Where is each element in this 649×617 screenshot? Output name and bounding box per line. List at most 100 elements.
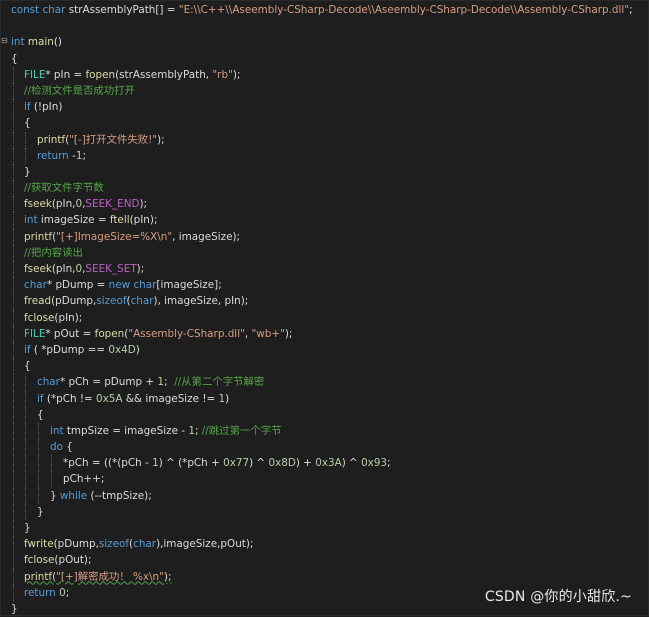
code-token: *pCh = ((*(pCh - xyxy=(63,457,153,470)
code-text: } xyxy=(24,520,31,536)
code-text: FILE* pIn = fopen(strAssemblyPath, "rb")… xyxy=(24,67,240,83)
code-token: printf xyxy=(24,570,53,583)
code-token: ) ^ xyxy=(341,457,362,470)
code-line[interactable]: printf("[-]打开文件失败!"); xyxy=(1,131,649,148)
code-line[interactable]: { xyxy=(1,406,649,423)
code-line[interactable]: { xyxy=(1,51,649,67)
code-token: int xyxy=(11,36,28,49)
code-text: char* pDump = new char[imageSize]; xyxy=(24,277,222,293)
code-line[interactable]: char* pCh = pDump + 1; //从第二个字节解密 xyxy=(1,374,649,391)
code-line[interactable]: } while (--tmpSize); xyxy=(1,487,649,504)
code-token: } xyxy=(24,522,31,534)
indent-guide xyxy=(13,390,15,407)
code-line[interactable]: if ( *pDump == 0x4D) xyxy=(1,341,649,359)
code-text: if ( *pDump == 0x4D) xyxy=(24,342,140,358)
code-line[interactable]: fseek(pIn,0,SEEK_END); xyxy=(1,196,649,213)
indent-guide xyxy=(25,487,27,504)
code-token: char xyxy=(37,376,60,389)
indent-guide xyxy=(13,374,15,391)
indent-guide xyxy=(13,406,15,423)
code-line[interactable] xyxy=(1,18,649,34)
code-line[interactable]: pCh++; xyxy=(1,471,649,488)
code-token: ftell xyxy=(109,214,130,227)
code-line[interactable]: printf("[+]解密成功！ %x\n"); xyxy=(1,568,649,585)
code-token: strAssemblyPath[] = xyxy=(68,4,179,16)
indent-guide xyxy=(25,422,27,440)
code-text: printf("[+]解密成功！ %x\n"); xyxy=(24,569,171,585)
code-text: fseek(pIn,0,SEEK_END); xyxy=(24,196,147,212)
code-token: ; xyxy=(387,457,391,470)
indent-guide xyxy=(25,131,27,148)
indent-guide xyxy=(38,471,40,488)
code-line[interactable]: int imageSize = ftell(pIn); xyxy=(1,212,649,229)
indent-guide xyxy=(13,520,15,537)
code-token: { xyxy=(66,441,73,454)
indent-guide xyxy=(38,439,40,456)
indent-guide xyxy=(13,163,15,181)
indent-guide xyxy=(13,471,15,488)
code-token: int xyxy=(24,214,41,227)
code-line[interactable]: fread(pDump,sizeof(char), imageSize, pIn… xyxy=(1,293,649,310)
code-line[interactable]: FILE* pIn = fopen(strAssemblyPath, "rb")… xyxy=(1,66,649,83)
code-line[interactable]: fwrite(pDump,sizeof(char),imageSize,pOut… xyxy=(1,536,649,553)
indent-guide xyxy=(51,471,53,488)
indent-guide xyxy=(13,277,15,294)
code-line[interactable]: } xyxy=(1,520,649,537)
code-line[interactable]: printf("[+]ImageSize=%X\n", imageSize); xyxy=(1,228,649,245)
code-token: * pOut = xyxy=(45,327,95,340)
code-token: ), imageSize, pIn); xyxy=(153,295,249,308)
code-line[interactable]: fseek(pIn,0,SEEK_SET); xyxy=(1,261,649,278)
indent-guide xyxy=(13,228,15,245)
code-editor[interactable]: const char strAssemblyPath[] = "E:\\C++\… xyxy=(0,0,649,616)
code-line[interactable]: FILE* pOut = fopen("Assembly-CSharp.dll"… xyxy=(1,325,649,342)
code-token: 0x8D xyxy=(268,457,296,470)
code-line[interactable]: //获取文件字节数 xyxy=(1,180,649,197)
code-line[interactable]: { xyxy=(1,115,649,132)
code-line[interactable]: //检测文件是否成功打开 xyxy=(1,82,649,100)
code-text: if (*pCh != 0x5A && imageSize != 1) xyxy=(37,391,229,407)
code-token: 0x5A xyxy=(96,392,123,405)
code-line[interactable]: const char strAssemblyPath[] = "E:\\C++\… xyxy=(1,2,649,18)
code-token: ); xyxy=(139,198,148,211)
code-text: int imageSize = ftell(pIn); xyxy=(24,212,157,228)
code-token: fopen xyxy=(85,68,116,81)
code-line[interactable]: if (*pCh != 0x5A && imageSize != 1) xyxy=(1,390,649,407)
code-token: ) xyxy=(225,392,230,405)
indent-guide xyxy=(25,455,27,472)
fold-toggle-icon[interactable]: ⊟ xyxy=(1,37,8,45)
code-line[interactable]: do { xyxy=(1,439,649,456)
code-token: { xyxy=(24,117,31,130)
code-line[interactable]: } xyxy=(1,163,649,181)
code-token: const xyxy=(11,4,43,16)
code-token: 0x93 xyxy=(361,457,388,470)
code-token: 1 xyxy=(152,457,159,470)
code-line[interactable]: fclose(pOut); xyxy=(1,552,649,569)
code-line[interactable]: return -1; xyxy=(1,147,649,164)
code-token: (pDump, xyxy=(51,295,97,308)
code-area[interactable]: const char strAssemblyPath[] = "E:\\C++\… xyxy=(1,2,649,617)
code-token: { xyxy=(24,360,31,373)
code-token: fopen xyxy=(94,327,125,340)
code-token: "wb+" xyxy=(251,327,285,340)
code-line[interactable]: ⊟ int main() xyxy=(1,34,649,50)
indent-guide xyxy=(13,325,15,342)
code-line[interactable]: char* pDump = new char[imageSize]; xyxy=(1,277,649,294)
code-line[interactable]: int tmpSize = imageSize - 1; //跳过第一个字节 xyxy=(1,422,649,440)
code-token: char xyxy=(24,279,47,292)
code-token: main xyxy=(27,36,54,49)
code-line[interactable]: if (!pIn) xyxy=(1,99,649,116)
code-line[interactable]: { xyxy=(1,358,649,375)
code-token: char xyxy=(42,4,69,16)
code-token: 0x3A xyxy=(315,457,342,470)
code-line[interactable]: } xyxy=(1,503,649,520)
code-line[interactable]: fclose(pIn); xyxy=(1,309,649,326)
code-line[interactable]: *pCh = ((*(pCh - 1) ^ (*pCh + 0x77) ^ 0x… xyxy=(1,455,649,472)
code-token: , imageSize); xyxy=(172,230,241,243)
indent-guide xyxy=(13,82,15,100)
indent-guide xyxy=(51,455,53,472)
code-token: "rb" xyxy=(212,68,233,81)
code-text: do { xyxy=(50,439,73,455)
code-token: if xyxy=(24,343,34,356)
indent-guide xyxy=(13,503,15,520)
code-line[interactable]: //把内容读出 xyxy=(1,244,649,261)
